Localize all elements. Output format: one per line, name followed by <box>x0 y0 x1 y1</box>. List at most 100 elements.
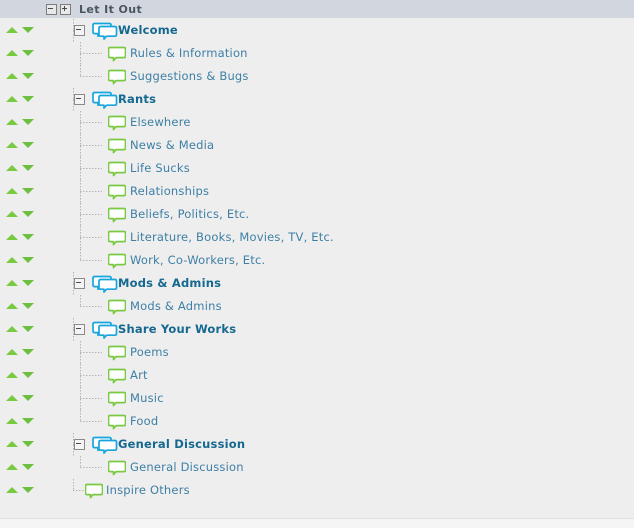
forum-row[interactable]: Food <box>0 410 634 433</box>
sort-up-arrow-icon[interactable] <box>6 349 18 355</box>
sort-up-arrow-icon[interactable] <box>6 441 18 447</box>
page-title: Let It Out <box>79 2 143 16</box>
collapse-toggle-minus-box-icon[interactable] <box>74 25 85 36</box>
category-row[interactable]: Mods & Admins <box>0 272 634 295</box>
forum-category-manager: Let It Out Welcome Rules & Information Sug… <box>0 0 634 528</box>
sort-down-arrow-icon[interactable] <box>22 303 34 309</box>
forum-row[interactable]: Beliefs, Politics, Etc. <box>0 203 634 226</box>
sort-up-arrow-icon[interactable] <box>6 326 18 332</box>
sort-down-arrow-icon[interactable] <box>22 50 34 56</box>
category-label[interactable]: Mods & Admins <box>118 272 221 295</box>
sort-down-arrow-icon[interactable] <box>22 211 34 217</box>
sort-controls <box>0 318 44 341</box>
forum-label[interactable]: Inspire Others <box>106 479 190 502</box>
sort-up-arrow-icon[interactable] <box>6 165 18 171</box>
forum-row[interactable]: Mods & Admins <box>0 295 634 318</box>
forum-row[interactable]: Life Sucks <box>0 157 634 180</box>
forum-label[interactable]: Elsewhere <box>130 111 191 134</box>
forum-label[interactable]: Music <box>130 387 164 410</box>
collapse-toggle-minus-box-icon[interactable] <box>74 278 85 289</box>
sort-down-arrow-icon[interactable] <box>22 372 34 378</box>
sort-up-arrow-icon[interactable] <box>6 73 18 79</box>
sort-down-arrow-icon[interactable] <box>22 119 34 125</box>
forum-row[interactable]: Literature, Books, Movies, TV, Etc. <box>0 226 634 249</box>
sort-down-arrow-icon[interactable] <box>22 257 34 263</box>
category-row[interactable]: Welcome <box>0 19 634 42</box>
category-row[interactable]: General Discussion <box>0 433 634 456</box>
sort-down-arrow-icon[interactable] <box>22 234 34 240</box>
sort-up-arrow-icon[interactable] <box>6 27 18 33</box>
sort-down-arrow-icon[interactable] <box>22 142 34 148</box>
sort-down-arrow-icon[interactable] <box>22 165 34 171</box>
sort-down-arrow-icon[interactable] <box>22 395 34 401</box>
forum-label[interactable]: General Discussion <box>130 456 244 479</box>
forum-label[interactable]: Relationships <box>130 180 209 203</box>
forum-row[interactable]: Relationships <box>0 180 634 203</box>
sort-down-arrow-icon[interactable] <box>22 487 34 493</box>
single-speech-bubble-icon <box>108 367 126 385</box>
forum-label[interactable]: News & Media <box>130 134 214 157</box>
sort-down-arrow-icon[interactable] <box>22 464 34 470</box>
forum-label[interactable]: Food <box>130 410 158 433</box>
sort-up-arrow-icon[interactable] <box>6 303 18 309</box>
sort-up-arrow-icon[interactable] <box>6 119 18 125</box>
sort-down-arrow-icon[interactable] <box>22 188 34 194</box>
sort-down-arrow-icon[interactable] <box>22 349 34 355</box>
category-label[interactable]: General Discussion <box>118 433 245 456</box>
sort-controls <box>0 295 44 318</box>
sort-up-arrow-icon[interactable] <box>6 464 18 470</box>
sort-controls <box>0 341 44 364</box>
collapse-all-button[interactable] <box>46 3 57 15</box>
forum-label[interactable]: Beliefs, Politics, Etc. <box>130 203 249 226</box>
sort-up-arrow-icon[interactable] <box>6 418 18 424</box>
sort-up-arrow-icon[interactable] <box>6 280 18 286</box>
collapse-toggle-minus-box-icon[interactable] <box>74 324 85 335</box>
sort-down-arrow-icon[interactable] <box>22 96 34 102</box>
sort-up-arrow-icon[interactable] <box>6 96 18 102</box>
sort-down-arrow-icon[interactable] <box>22 326 34 332</box>
forum-label[interactable]: Literature, Books, Movies, TV, Etc. <box>130 226 334 249</box>
forum-row[interactable]: News & Media <box>0 134 634 157</box>
sort-down-arrow-icon[interactable] <box>22 280 34 286</box>
sort-down-arrow-icon[interactable] <box>22 418 34 424</box>
forum-label[interactable]: Mods & Admins <box>130 295 222 318</box>
collapse-toggle-minus-box-icon[interactable] <box>74 94 85 105</box>
sort-down-arrow-icon[interactable] <box>22 73 34 79</box>
sort-up-arrow-icon[interactable] <box>6 372 18 378</box>
category-row[interactable]: Rants <box>0 88 634 111</box>
forum-row[interactable]: Music <box>0 387 634 410</box>
forum-row[interactable]: Poems <box>0 341 634 364</box>
forum-row[interactable]: Rules & Information <box>0 42 634 65</box>
category-label[interactable]: Welcome <box>118 19 178 42</box>
forum-row[interactable]: Elsewhere <box>0 111 634 134</box>
forum-label[interactable]: Work, Co-Workers, Etc. <box>130 249 265 272</box>
forum-label[interactable]: Poems <box>130 341 169 364</box>
sort-up-arrow-icon[interactable] <box>6 487 18 493</box>
sort-down-arrow-icon[interactable] <box>22 441 34 447</box>
category-label[interactable]: Rants <box>118 88 156 111</box>
double-speech-bubble-icon <box>92 22 118 40</box>
sort-up-arrow-icon[interactable] <box>6 211 18 217</box>
forum-row[interactable]: Suggestions & Bugs <box>0 65 634 88</box>
single-speech-bubble-icon <box>108 390 126 408</box>
sort-up-arrow-icon[interactable] <box>6 257 18 263</box>
forum-row[interactable]: Work, Co-Workers, Etc. <box>0 249 634 272</box>
category-row[interactable]: Share Your Works <box>0 318 634 341</box>
category-label[interactable]: Share Your Works <box>118 318 236 341</box>
expand-all-button[interactable] <box>60 3 71 15</box>
single-speech-bubble-icon <box>108 68 126 86</box>
sort-down-arrow-icon[interactable] <box>22 27 34 33</box>
forum-label[interactable]: Life Sucks <box>130 157 190 180</box>
sort-up-arrow-icon[interactable] <box>6 234 18 240</box>
sort-up-arrow-icon[interactable] <box>6 142 18 148</box>
collapse-toggle-minus-box-icon[interactable] <box>74 439 85 450</box>
sort-up-arrow-icon[interactable] <box>6 395 18 401</box>
forum-label[interactable]: Suggestions & Bugs <box>130 65 249 88</box>
sort-up-arrow-icon[interactable] <box>6 188 18 194</box>
sort-up-arrow-icon[interactable] <box>6 50 18 56</box>
forum-label[interactable]: Art <box>130 364 148 387</box>
forum-label[interactable]: Rules & Information <box>130 42 248 65</box>
forum-row[interactable]: Inspire Others <box>0 479 634 502</box>
forum-row[interactable]: Art <box>0 364 634 387</box>
forum-row[interactable]: General Discussion <box>0 456 634 479</box>
